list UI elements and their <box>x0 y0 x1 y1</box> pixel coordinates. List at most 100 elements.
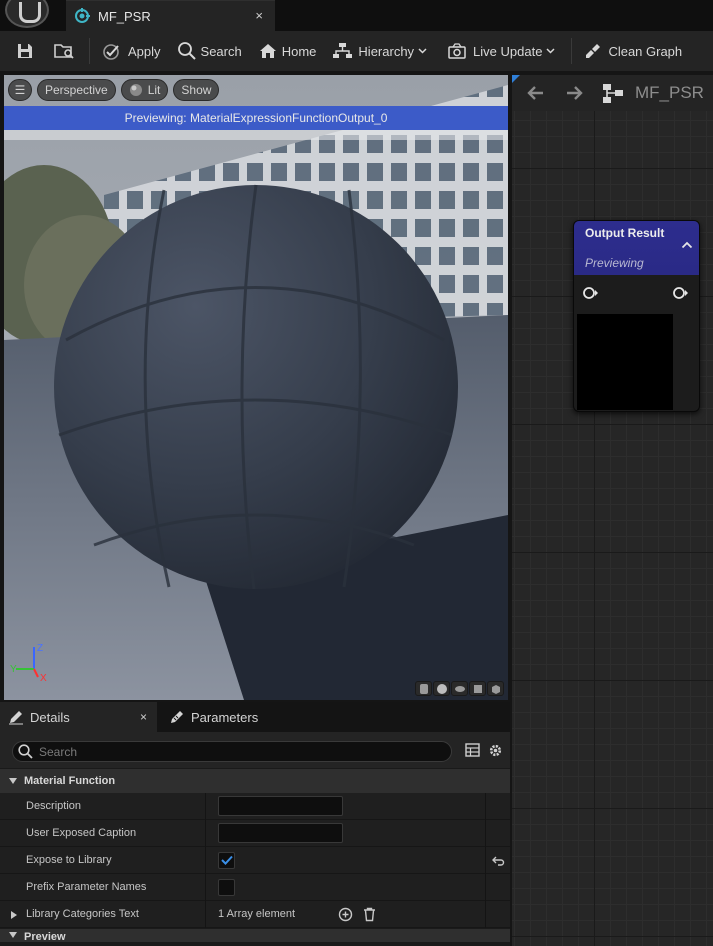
property-row-expose-to-library: Expose to Library <box>0 846 510 874</box>
back-arrow-icon[interactable] <box>525 84 547 102</box>
node-preview-thumbnail <box>577 314 673 410</box>
toolbar: Apply Search Home Hierarchy Live Update <box>0 31 713 71</box>
output-result-node[interactable]: Output Result Previewing <box>573 220 700 412</box>
chevron-up-icon[interactable] <box>681 241 693 249</box>
live-update-button[interactable]: Live Update <box>439 31 567 71</box>
user-exposed-caption-input[interactable] <box>218 823 343 843</box>
material-graph[interactable]: MF_PSR Output Result Previewing <box>512 75 713 946</box>
add-element-icon[interactable] <box>338 907 353 922</box>
category-material-function-label: Material Function <box>24 775 116 787</box>
tab-details[interactable]: Details × <box>0 702 157 732</box>
close-icon[interactable]: × <box>140 710 147 724</box>
cylinder-icon <box>419 683 428 694</box>
search-button[interactable]: Search <box>169 31 250 71</box>
chevron-down-icon <box>546 48 555 54</box>
save-icon <box>18 44 32 58</box>
lit-button[interactable]: Lit <box>120 78 169 101</box>
property-reset-slot <box>486 901 510 928</box>
reset-arrow-icon <box>492 856 505 866</box>
details-panel: Details × Parameters Search Material Fun… <box>0 702 510 946</box>
save-button[interactable] <box>0 31 47 71</box>
show-button[interactable]: Show <box>173 78 220 101</box>
axis-y-label: Y <box>10 664 17 675</box>
viewport-menu-button[interactable]: ☰ <box>8 78 32 101</box>
sphere-preview-button[interactable] <box>433 681 450 696</box>
search-icon <box>177 42 196 60</box>
reset-to-default-button[interactable] <box>486 847 510 874</box>
details-search-box[interactable] <box>12 741 452 762</box>
search-icon <box>18 744 33 759</box>
graph-nav-bar: MF_PSR <box>512 75 713 111</box>
forward-arrow-icon[interactable] <box>563 84 585 102</box>
details-search-row <box>0 732 510 768</box>
sphere-icon <box>436 683 447 694</box>
property-label: Description <box>0 792 206 820</box>
home-label: Home <box>281 43 317 59</box>
document-tab-label: MF_PSR <box>98 8 151 24</box>
hamburger-icon: ☰ <box>14 82 26 97</box>
property-label: Expose to Library <box>0 846 206 874</box>
tab-details-label: Details <box>30 709 70 725</box>
expose-to-library-checkbox[interactable] <box>218 851 235 869</box>
home-icon <box>259 44 276 58</box>
apply-button[interactable]: Apply <box>94 31 169 71</box>
property-value <box>206 846 486 874</box>
gear-icon[interactable] <box>488 743 503 758</box>
custom-mesh-preview-button[interactable] <box>487 681 504 696</box>
home-button[interactable]: Home <box>250 31 325 71</box>
hierarchy-label: Hierarchy <box>358 43 415 59</box>
title-bar: MF_PSR × <box>0 0 713 31</box>
material-function-icon <box>74 8 90 24</box>
property-row-prefix-parameter-names: Prefix Parameter Names <box>0 873 510 901</box>
node-title: Output Result <box>585 226 665 240</box>
preview-viewport[interactable]: ☰ Perspective Lit Show Previewing: Mater… <box>4 75 508 700</box>
cube-icon <box>473 684 482 693</box>
toolbar-separator <box>571 38 573 64</box>
browse-button[interactable] <box>47 31 85 71</box>
property-label: Prefix Parameter Names <box>0 873 206 901</box>
cube-preview-button[interactable] <box>469 681 486 696</box>
search-label: Search <box>200 43 242 59</box>
toolbar-separator <box>89 38 90 64</box>
output-pin-icon[interactable] <box>673 286 689 300</box>
description-input[interactable] <box>218 796 343 816</box>
unreal-logo-icon[interactable] <box>5 0 49 28</box>
property-label: Library Categories Text <box>0 900 206 928</box>
perspective-button[interactable]: Perspective <box>37 78 116 101</box>
category-preview[interactable]: Preview <box>0 928 510 942</box>
axis-gizmo: Z Y X <box>10 643 47 683</box>
category-preview-label: Preview <box>24 931 66 942</box>
table-view-icon[interactable] <box>465 743 480 757</box>
pencil-ruler-icon <box>171 711 183 723</box>
property-value <box>206 819 486 847</box>
teapot-icon <box>491 684 500 694</box>
checkmark-icon <box>220 855 233 865</box>
clean-graph-button[interactable]: Clean Graph <box>576 31 682 71</box>
axis-x-label: X <box>40 673 47 683</box>
node-subtitle: Previewing <box>585 256 644 270</box>
hierarchy-icon <box>333 43 353 58</box>
property-value <box>206 792 486 820</box>
node-header: Output Result Previewing <box>574 221 699 275</box>
tab-parameters[interactable]: Parameters <box>157 702 266 732</box>
axis-z-label: Z <box>37 643 43 654</box>
cylinder-preview-button[interactable] <box>415 681 432 696</box>
input-pin-icon[interactable] <box>583 286 599 300</box>
property-row-library-categories-text: Library Categories Text 1 Array element <box>0 900 510 928</box>
chevron-down-icon <box>418 48 427 54</box>
tab-close-icon[interactable]: × <box>255 8 263 23</box>
pencil-icon <box>9 711 23 725</box>
tab-parameters-label: Parameters <box>191 709 259 725</box>
hierarchy-button[interactable]: Hierarchy <box>324 31 439 71</box>
details-search-input[interactable] <box>39 744 419 759</box>
viewport-toolbar: ☰ Perspective Lit Show <box>4 75 508 104</box>
graph-title: MF_PSR <box>635 83 704 102</box>
graph-hierarchy-icon <box>603 84 623 103</box>
category-material-function[interactable]: Material Function <box>0 768 510 793</box>
expand-arrow-right-icon[interactable] <box>10 910 18 920</box>
trash-icon[interactable] <box>363 907 376 922</box>
browse-icon <box>54 44 74 59</box>
plane-preview-button[interactable] <box>451 681 468 696</box>
prefix-parameter-names-checkbox[interactable] <box>218 878 235 896</box>
document-tab[interactable]: MF_PSR × <box>66 0 275 31</box>
